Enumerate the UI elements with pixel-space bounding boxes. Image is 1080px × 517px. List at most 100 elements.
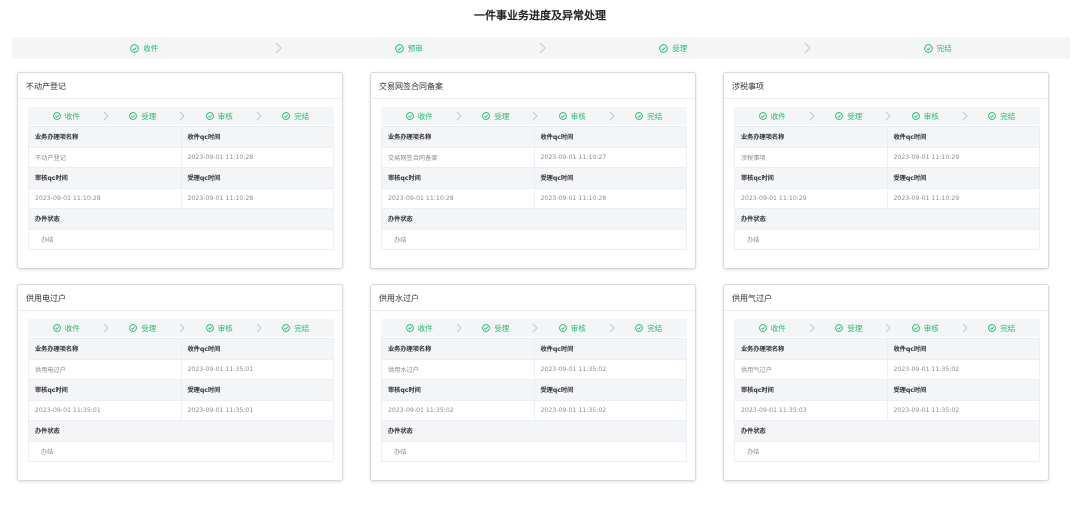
check-circle-icon xyxy=(988,324,997,332)
card-step: 审核 xyxy=(534,323,615,334)
check-circle-icon xyxy=(282,112,291,120)
value-item-name: 供用电过户 xyxy=(28,358,182,380)
label-receive-time: 收件qc时间 xyxy=(533,338,687,360)
card-step-label: 收件 xyxy=(770,111,786,121)
label-accept-time: 受理qc时间 xyxy=(180,167,334,189)
check-circle-icon xyxy=(129,324,138,332)
value-accept-time: 2023-09-01 11:10:28 xyxy=(533,187,687,209)
check-circle-icon xyxy=(911,324,920,332)
info-table: 业务办理项名称 收件qc时间 交易网签合同备案 2023-09-01 11:10:2… xyxy=(381,126,687,250)
top-step-label: 完结 xyxy=(936,43,952,53)
card-step-label: 收件 xyxy=(770,323,786,333)
check-circle-icon xyxy=(635,324,644,332)
label-item-name: 业务办理项名称 xyxy=(734,126,888,148)
value-item-name: 供用水过户 xyxy=(381,358,535,380)
label-review-time: 审核qc时间 xyxy=(381,167,535,189)
card-step-label: 完结 xyxy=(1000,111,1016,121)
value-item-name: 交易网签合同备案 xyxy=(381,146,535,168)
label-receive-time: 收件qc时间 xyxy=(886,126,1040,148)
label-item-name: 业务办理项名称 xyxy=(28,126,182,148)
label-status: 办件状态 xyxy=(28,208,334,230)
card-step: 收件 xyxy=(734,323,815,334)
card-progress-steps: 收件 受理 审核 完结 xyxy=(734,107,1040,125)
value-accept-time: 2023-09-01 11:35:02 xyxy=(533,399,687,421)
card-step: 完结 xyxy=(964,111,1041,122)
info-table: 业务办理项名称 收件qc时间 涉税事项 2023-09-01 11:10:29 审核… xyxy=(734,126,1040,250)
card-step-label: 审核 xyxy=(570,323,586,333)
card-step: 完结 xyxy=(258,323,335,334)
card-step: 受理 xyxy=(811,323,891,334)
top-step-label: 收件 xyxy=(143,43,159,53)
check-circle-icon xyxy=(835,324,844,332)
label-receive-time: 收件qc时间 xyxy=(886,338,1040,360)
value-receive-time: 2023-09-01 11:35:02 xyxy=(886,358,1040,380)
business-card: 涉税事项 收件 受理 审核 完结 业务办理项名称 收件qc时间 涉税事项 2023-… xyxy=(723,72,1049,269)
value-receive-time: 2023-09-01 11:10:27 xyxy=(533,146,687,168)
top-step-label: 预审 xyxy=(407,43,423,53)
overall-progress-steps: 收件 预审 受理 完结 xyxy=(12,37,1070,59)
value-status: 办结 xyxy=(28,228,334,250)
card-step-label: 审核 xyxy=(923,111,939,121)
value-review-time: 2023-09-01 11:35:03 xyxy=(734,399,888,421)
card-step: 审核 xyxy=(887,111,968,122)
card-step-label: 受理 xyxy=(494,111,510,121)
value-review-time: 2023-09-01 11:35:01 xyxy=(28,399,182,421)
value-accept-time: 2023-09-01 11:35:01 xyxy=(180,399,334,421)
card-step-label: 审核 xyxy=(923,323,939,333)
info-table: 业务办理项名称 收件qc时间 供用水过户 2023-09-01 11:35:02 审… xyxy=(381,338,687,462)
card-progress-steps: 收件 受理 审核 完结 xyxy=(381,319,687,337)
value-review-time: 2023-09-01 11:10:29 xyxy=(734,187,888,209)
label-review-time: 审核qc时间 xyxy=(734,167,888,189)
check-circle-icon xyxy=(659,43,669,53)
card-step: 收件 xyxy=(28,111,109,122)
business-card: 不动产登记 收件 受理 审核 完结 业务办理项名称 收件qc时间 不动产登记 202… xyxy=(17,72,343,269)
card-step-label: 完结 xyxy=(647,323,663,333)
card-step-label: 审核 xyxy=(217,111,233,121)
value-accept-time: 2023-09-01 11:10:28 xyxy=(180,187,334,209)
label-review-time: 审核qc时间 xyxy=(734,379,888,401)
label-status: 办件状态 xyxy=(734,208,1040,230)
card-title: 供用电过户 xyxy=(18,285,342,311)
card-step: 完结 xyxy=(611,323,688,334)
card-step-label: 受理 xyxy=(847,111,863,121)
label-accept-time: 受理qc时间 xyxy=(886,379,1040,401)
value-item-name: 不动产登记 xyxy=(28,146,182,168)
check-circle-icon xyxy=(758,112,767,120)
card-title: 交易网签合同备案 xyxy=(371,73,695,99)
card-progress-steps: 收件 受理 审核 完结 xyxy=(28,107,334,125)
check-circle-icon xyxy=(758,324,767,332)
check-circle-icon xyxy=(911,112,920,120)
value-status: 办结 xyxy=(734,440,1040,462)
card-step-label: 完结 xyxy=(647,111,663,121)
check-circle-icon xyxy=(205,324,214,332)
card-step-label: 受理 xyxy=(141,323,157,333)
value-status: 办结 xyxy=(381,440,687,462)
card-title: 供用水过户 xyxy=(371,285,695,311)
card-step: 审核 xyxy=(181,323,262,334)
card-step: 受理 xyxy=(811,111,891,122)
card-step: 审核 xyxy=(534,111,615,122)
top-step-accept: 受理 xyxy=(541,42,811,54)
card-step: 受理 xyxy=(458,323,538,334)
label-accept-time: 受理qc时间 xyxy=(533,379,687,401)
top-step-complete: 完结 xyxy=(806,43,1071,54)
card-title: 涉税事项 xyxy=(724,73,1048,99)
top-step-label: 受理 xyxy=(672,43,688,53)
card-step: 收件 xyxy=(381,111,462,122)
card-step: 审核 xyxy=(181,111,262,122)
check-circle-icon xyxy=(394,43,404,53)
label-accept-time: 受理qc时间 xyxy=(886,167,1040,189)
check-circle-icon xyxy=(558,112,567,120)
card-step-label: 收件 xyxy=(64,111,80,121)
check-circle-icon xyxy=(482,324,491,332)
check-circle-icon xyxy=(482,112,491,120)
label-review-time: 审核qc时间 xyxy=(381,379,535,401)
label-review-time: 审核qc时间 xyxy=(28,379,182,401)
label-receive-time: 收件qc时间 xyxy=(180,126,334,148)
card-title: 不动产登记 xyxy=(18,73,342,99)
value-receive-time: 2023-09-01 11:35:01 xyxy=(180,358,334,380)
business-card: 供用气过户 收件 受理 审核 完结 业务办理项名称 收件qc时间 供用气过户 202… xyxy=(723,284,1049,481)
label-status: 办件状态 xyxy=(381,420,687,442)
value-status: 办结 xyxy=(734,228,1040,250)
value-status: 办结 xyxy=(28,440,334,462)
